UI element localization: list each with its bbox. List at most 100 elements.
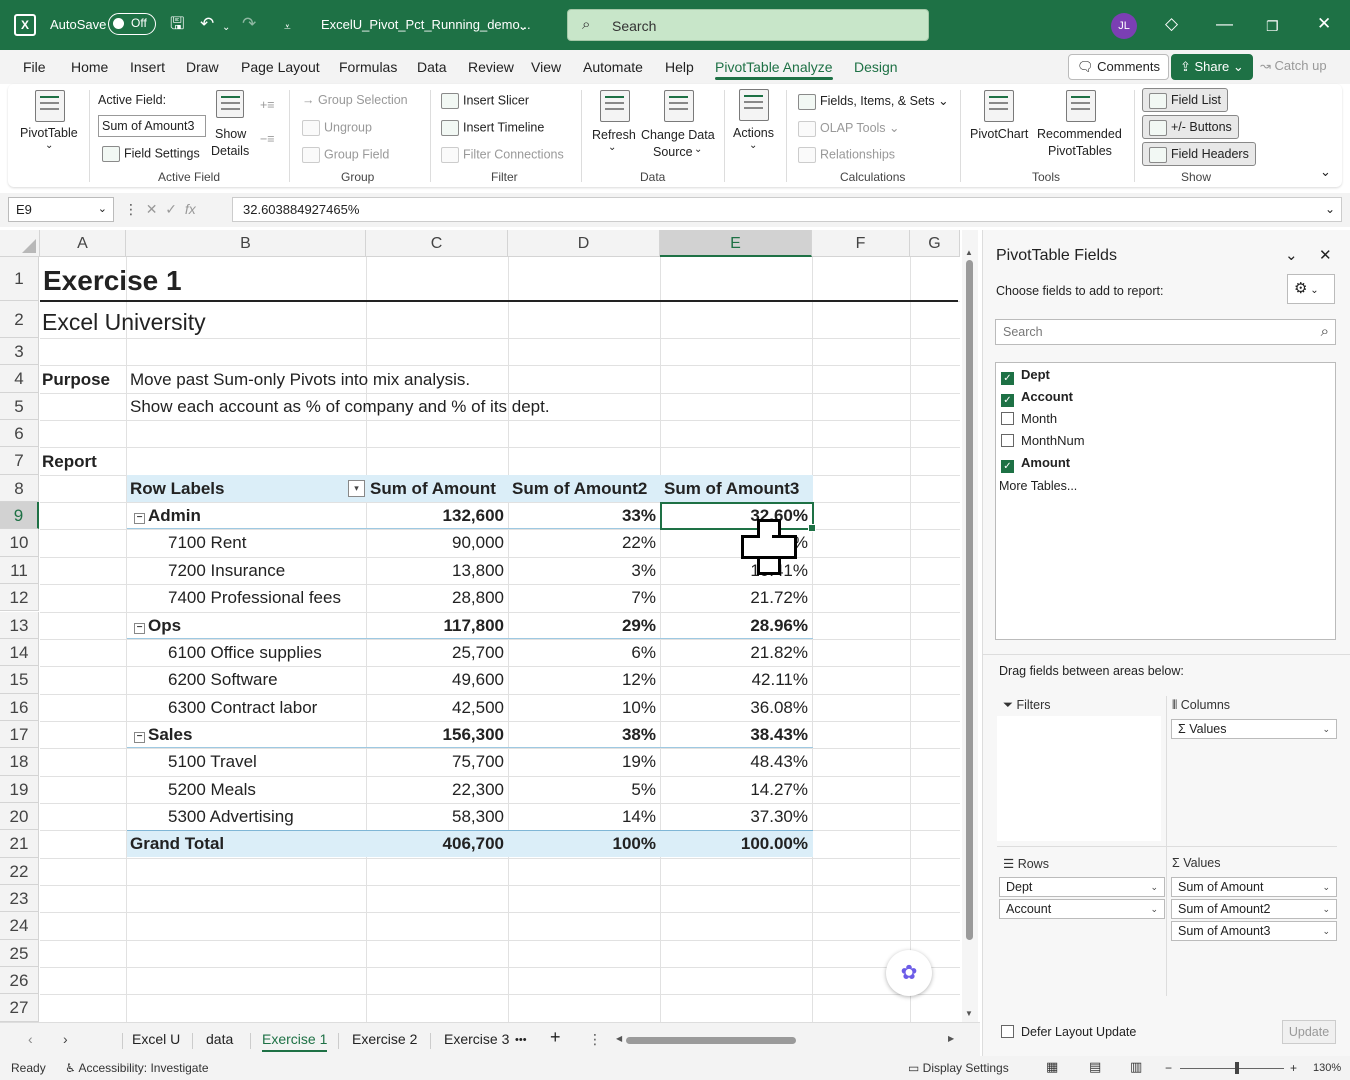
row-header-4[interactable]: 4 — [0, 365, 39, 393]
group-field-button[interactable]: Group Field — [302, 147, 389, 163]
name-box[interactable]: E9 ⌄ — [8, 197, 114, 222]
field-headers-toggle[interactable]: Field Headers — [1142, 142, 1256, 166]
pivot-account-label[interactable]: 7400 Professional fees — [168, 584, 341, 611]
tab-data[interactable]: Data — [417, 59, 447, 75]
pivot-value-pct[interactable]: 33% — [508, 502, 656, 529]
tab-design[interactable]: Design — [854, 59, 898, 75]
row-header-19[interactable]: 19 — [0, 775, 39, 803]
pivot-value-pct[interactable]: 5% — [508, 776, 656, 803]
tab-review[interactable]: Review — [468, 59, 514, 75]
pivot-account-label[interactable]: 6300 Contract labor — [168, 694, 317, 721]
row-header-7[interactable]: 7 — [0, 447, 39, 475]
scroll-right-icon[interactable]: ▶ — [948, 1034, 954, 1043]
enter-check-icon[interactable]: ✓ — [165, 201, 177, 217]
sheet-options-icon[interactable]: ⋮ — [588, 1031, 602, 1048]
column-header-g[interactable]: G — [910, 230, 960, 257]
pivot-value-amount[interactable]: 117,800 — [366, 612, 504, 639]
pivot-account-label[interactable]: 5300 Advertising — [168, 803, 294, 830]
tab-scroll-right-icon[interactable]: › — [63, 1031, 68, 1047]
rows-item[interactable]: Dept ⌄ — [999, 877, 1165, 897]
row-header-15[interactable]: 15 — [0, 666, 39, 694]
field-item-dept[interactable]: ✓ Dept — [1001, 367, 1050, 385]
more-sheets-icon[interactable]: ••• — [515, 1034, 527, 1046]
purpose-line-1[interactable]: Move past Sum-only Pivots into mix analy… — [130, 366, 470, 393]
row-header-16[interactable]: 16 — [0, 693, 39, 721]
row-header-8[interactable]: 8 — [0, 474, 39, 503]
catch-up-button[interactable]: ↝ Catch up — [1252, 54, 1335, 80]
report-label[interactable]: Report — [42, 448, 97, 475]
sheet-tab-excel-u[interactable]: Excel U — [132, 1031, 180, 1047]
restore-icon[interactable]: ❐ — [1266, 16, 1279, 36]
update-button[interactable]: Update — [1282, 1020, 1336, 1044]
zoom-slider-track[interactable] — [1180, 1068, 1284, 1069]
collapse-icon[interactable]: − — [134, 513, 145, 525]
field-checkbox[interactable]: ✓ — [1001, 372, 1014, 385]
select-all-corner[interactable] — [0, 230, 40, 257]
row-header-11[interactable]: 11 — [0, 556, 39, 585]
tab-formulas[interactable]: Formulas — [339, 59, 397, 75]
values-item[interactable]: Sum of Amount2 ⌄ — [1171, 899, 1337, 919]
row-header-21[interactable]: 21 — [0, 830, 39, 858]
tab-page-layout[interactable]: Page Layout — [241, 59, 320, 75]
more-tables-link[interactable]: More Tables... — [999, 479, 1077, 493]
pivot-value-pct[interactable]: 14% — [508, 803, 656, 830]
row-header-14[interactable]: 14 — [0, 638, 39, 667]
pivot-value-pct[interactable]: 3% — [508, 557, 656, 584]
refresh-chevron-icon[interactable]: ⌄ — [608, 142, 616, 153]
pivot-value-amount[interactable]: 25,700 — [366, 639, 504, 666]
recommended-pivottables-label-2[interactable]: PivotTables — [1048, 144, 1112, 158]
show-details-label-2[interactable]: Details — [211, 144, 249, 158]
refresh-button[interactable]: Refresh — [592, 128, 636, 142]
row-header-9[interactable]: 9 — [0, 502, 39, 530]
avatar[interactable]: JL — [1111, 13, 1137, 39]
premium-diamond-icon[interactable]: ◇ — [1165, 14, 1178, 34]
vertical-scroll-thumb[interactable] — [966, 260, 973, 940]
tab-file[interactable]: File — [23, 59, 46, 75]
rows-item[interactable]: Account ⌄ — [999, 899, 1165, 919]
search-box[interactable]: ⌕ Search — [567, 9, 929, 41]
pivot-value-pct[interactable]: 7% — [508, 584, 656, 611]
pivot-value-amount[interactable]: 42,500 — [366, 694, 504, 721]
sheet-title[interactable]: Exercise 1 — [43, 264, 182, 298]
pivot-value-pct_dept[interactable]: 21.82% — [660, 639, 808, 666]
column-header-e[interactable]: E — [660, 230, 812, 257]
expand-formula-chevron-icon[interactable]: ⌄ — [1325, 198, 1335, 221]
add-sheet-icon[interactable]: + — [550, 1027, 561, 1048]
pivot-dept-label[interactable]: − Sales — [134, 721, 192, 748]
pivot-value-pct_dept[interactable]: 48.43% — [660, 748, 808, 775]
pivot-value-pct_dept[interactable]: 21.72% — [660, 584, 808, 611]
field-item-monthnum[interactable]: MonthNum — [1001, 433, 1085, 448]
row-header-23[interactable]: 23 — [0, 885, 39, 913]
undo-dropdown-icon[interactable]: ⌄ — [222, 18, 230, 38]
active-field-input[interactable]: Sum of Amount3 — [98, 115, 206, 137]
column-header-b[interactable]: B — [126, 230, 366, 257]
pivot-account-label[interactable]: 6200 Software — [168, 666, 278, 693]
row-header-25[interactable]: 25 — [0, 939, 39, 968]
pivot-value-pct_dept[interactable]: 28.96% — [660, 612, 808, 639]
zoom-level[interactable]: 130% — [1313, 1062, 1341, 1074]
pivot-header-row-labels[interactable]: Row Labels — [130, 475, 224, 502]
pivot-account-label[interactable]: 5100 Travel — [168, 748, 257, 775]
display-settings-button[interactable]: ▭ Display Settings — [908, 1061, 1009, 1075]
row-header-18[interactable]: 18 — [0, 748, 39, 776]
sheet-tab-data[interactable]: data — [206, 1031, 233, 1047]
pivot-value-pct[interactable]: 10% — [508, 694, 656, 721]
tab-pivottable-analyze[interactable]: PivotTable Analyze — [715, 59, 833, 80]
row-header-3[interactable]: 3 — [0, 338, 39, 366]
collapse-icon[interactable]: − — [134, 731, 145, 743]
values-item[interactable]: Sum of Amount ⌄ — [1171, 877, 1337, 897]
field-search-input[interactable]: Search ⌕ — [995, 319, 1336, 345]
pivot-value-pct_dept[interactable]: 37.30% — [660, 803, 808, 830]
actions-chevron-icon[interactable]: ⌄ — [749, 140, 757, 151]
insert-function-icon[interactable]: fx — [185, 201, 196, 217]
zoom-in-icon[interactable]: + — [1290, 1061, 1297, 1075]
pivot-value-pct[interactable]: 38% — [508, 721, 656, 748]
row-header-1[interactable]: 1 — [0, 257, 39, 301]
pivot-value-amount[interactable]: 13,800 — [366, 557, 504, 584]
row-header-2[interactable]: 2 — [0, 301, 39, 338]
row-header-20[interactable]: 20 — [0, 802, 39, 831]
scroll-left-icon[interactable]: ◀ — [616, 1034, 622, 1043]
grand-total-amount[interactable]: 406,700 — [366, 830, 504, 857]
purpose-label[interactable]: Purpose — [42, 366, 110, 393]
insert-timeline-button[interactable]: Insert Timeline — [441, 120, 544, 136]
